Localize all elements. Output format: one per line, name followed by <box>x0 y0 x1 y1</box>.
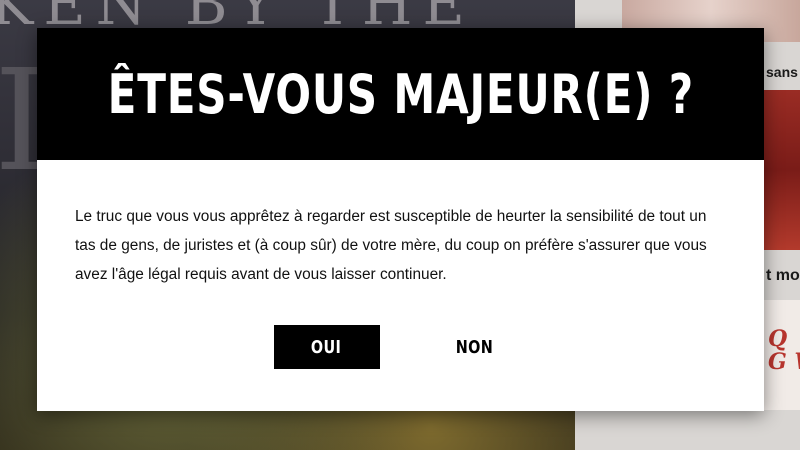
sidebar-script-text: Q G W <box>768 326 800 376</box>
modal-actions: OUI NON <box>75 325 726 369</box>
modal-message: Le truc que vous vous apprêtez à regarde… <box>75 208 707 283</box>
yes-button[interactable]: OUI <box>273 325 380 369</box>
no-button-label: NON <box>455 336 494 358</box>
modal-header: ÊTES-VOUS MAJEUR(E) ? <box>37 28 764 160</box>
age-gate-modal: ÊTES-VOUS MAJEUR(E) ? Le truc que vous v… <box>37 28 764 411</box>
sidebar-text: sans <box>766 64 798 80</box>
no-button[interactable]: NON <box>421 325 528 369</box>
modal-title: ÊTES-VOUS MAJEUR(E) ? <box>107 62 694 126</box>
sidebar-text: t moi <box>766 267 800 284</box>
yes-button-label: OUI <box>311 336 342 358</box>
modal-body: Le truc que vous vous apprêtez à regarde… <box>37 160 764 411</box>
sidebar-thumbnail <box>764 90 800 250</box>
